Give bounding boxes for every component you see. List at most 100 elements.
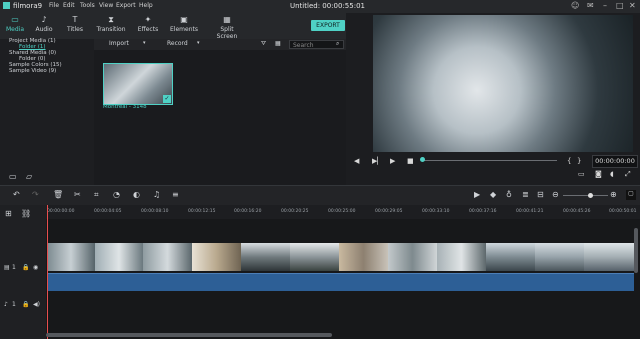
scrubber-handle[interactable] [420,157,425,162]
logo-icon [3,2,10,9]
maximize-icon[interactable]: □ [616,1,624,10]
rewind-icon[interactable]: ◀ [354,157,359,165]
text-icon: T [72,15,78,24]
tab-elements[interactable]: ▣ Elements [169,13,199,37]
lock-icon[interactable]: 🔒 [22,301,29,308]
speed-icon[interactable]: ◔ [113,190,120,199]
video-clip-segment[interactable] [584,243,635,271]
export-button[interactable]: EXPORT [311,20,345,31]
zoom-slider-handle[interactable] [588,193,593,198]
close-icon[interactable]: ✕ [629,1,636,10]
ruler-tick: 00:00:08:10 [141,209,169,214]
library-sample-video[interactable]: Sample Video (9) [9,68,56,74]
menu-tools[interactable]: Tools [80,2,95,9]
tab-split-screen[interactable]: ▦ Split Screen [210,13,244,40]
filter-icon[interactable]: ⛛ [261,40,266,48]
fullscreen-icon[interactable]: ⤢ [625,170,631,179]
ruler-tick: 00:00:04:05 [94,209,122,214]
volume-icon[interactable]: ◖ [610,170,614,178]
new-folder-icon[interactable]: ▭ [9,172,17,181]
effects-icon: ✦ [144,15,152,24]
chevron-down-icon: ▾ [143,40,146,46]
microphone-icon[interactable]: ♁ [506,190,512,199]
video-preview [373,15,633,152]
split-screen-icon: ▦ [223,15,231,24]
menu-view[interactable]: View [99,2,113,9]
video-clip-segment[interactable] [388,243,438,271]
grid-view-icon[interactable]: ▦ [275,40,281,47]
adjust-icon[interactable]: ≡ [172,190,179,199]
ruler-tick: 00:00:12:15 [188,209,216,214]
speaker-icon[interactable]: ◀) [33,301,40,308]
redo-icon[interactable]: ↷ [32,190,39,199]
undo-icon[interactable]: ↶ [13,190,20,199]
tab-titles[interactable]: T Titles [60,13,90,37]
mark-out-icon[interactable]: } [577,157,581,165]
notification-icon[interactable]: ✉ [587,1,594,10]
vertical-scrollbar[interactable] [634,228,638,273]
audio-track-clip[interactable] [47,273,634,291]
track-headers [0,205,47,339]
playhead[interactable] [47,205,48,339]
video-clip-segment[interactable] [339,243,389,271]
tab-label: Media [5,26,25,33]
open-folder-icon[interactable]: ▱ [26,172,32,181]
ruler-tick: 00:00:33:10 [422,209,450,214]
link-icon[interactable]: ⛓ [21,209,31,218]
menu-edit[interactable]: Edit [63,2,75,9]
panel-toggle-icon[interactable]: ▢ [626,190,636,200]
ruler-tick: 00:00:29:05 [375,209,403,214]
preview-scrubber[interactable] [422,160,557,161]
delete-icon[interactable]: 🗑 [53,190,63,199]
play-icon[interactable]: ▶ [390,157,395,165]
marker-icon[interactable]: ◆ [490,190,496,199]
snapshot-icon[interactable]: ◙ [595,170,602,178]
account-icon[interactable]: ☺ [571,1,579,10]
split-icon[interactable]: ✂ [74,190,81,199]
video-clip-segment[interactable] [437,243,487,271]
search-icon[interactable]: ⌕ [336,40,339,48]
music-note-icon: ♪ [41,15,47,24]
menu-file[interactable]: File [49,2,59,9]
color-icon[interactable]: ◐ [133,190,140,199]
render-icon[interactable]: ▭ [578,170,585,178]
tab-media[interactable]: ▭ Media [0,13,30,37]
snap-icon[interactable]: ⊟ [537,190,544,199]
menu-export[interactable]: Export [116,2,136,9]
tab-audio[interactable]: ♪ Audio [29,13,59,37]
voiceover-icon[interactable]: ≣ [522,190,529,199]
tab-transition[interactable]: ⧗ Transition [94,13,128,37]
step-back-icon[interactable]: ▶▏ [372,157,383,165]
add-track-icon[interactable]: ⊞ [5,209,12,218]
video-clip-segment[interactable] [290,243,340,271]
stop-icon[interactable]: ■ [407,157,414,165]
menu-help[interactable]: Help [139,2,153,9]
horizontal-scrollbar[interactable] [46,333,332,337]
video-clip-segment[interactable] [47,243,96,271]
zoom-out-icon[interactable]: ⊖ [552,190,559,199]
video-track-number: 1 [12,264,16,271]
video-clip-segment[interactable] [143,243,193,271]
lock-icon[interactable]: 🔒 [22,264,29,271]
tab-label: Elements [170,26,198,33]
eye-icon[interactable]: ◉ [33,264,38,271]
tab-effects[interactable]: ✦ Effects [133,13,163,37]
video-clip-segment[interactable] [95,243,144,271]
import-dropdown[interactable]: Import [109,40,129,47]
record-dropdown[interactable]: Record [167,40,188,47]
video-clip-segment[interactable] [192,243,242,271]
mark-in-icon[interactable]: { [567,157,571,165]
zoom-in-icon[interactable]: ⊕ [610,190,617,199]
video-clip-segment[interactable] [535,243,585,271]
transition-icon: ⧗ [108,15,114,24]
video-clip-segment[interactable] [486,243,536,271]
crop-icon[interactable]: ⌗ [94,190,99,200]
zoom-slider[interactable] [563,195,608,196]
logo-text: filmora9 [13,2,43,10]
audio-mixer-icon[interactable]: ♫ [153,190,160,199]
app-logo: filmora9 [3,2,42,10]
render-preview-icon[interactable]: ▶ [474,190,480,199]
ruler-tick: 00:00:41:21 [516,209,544,214]
video-clip-segment[interactable] [241,243,291,271]
minimize-icon[interactable]: – [603,1,607,10]
